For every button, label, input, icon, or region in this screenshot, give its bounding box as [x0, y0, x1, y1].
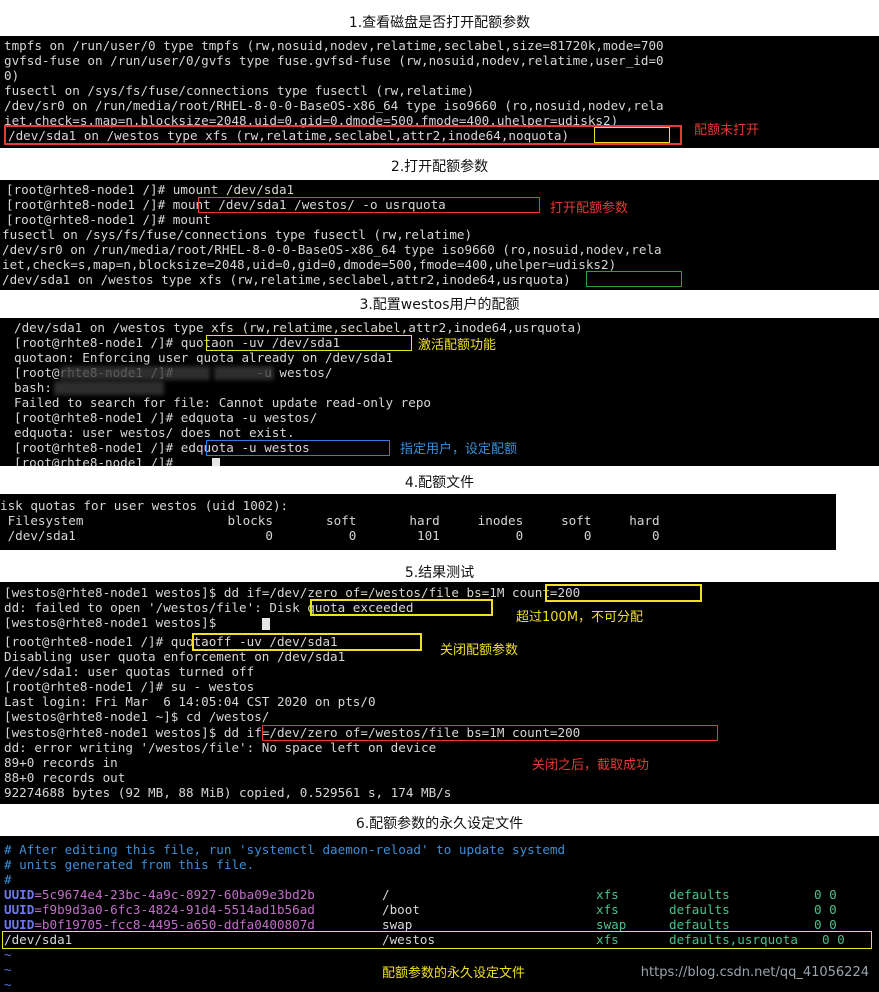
terminal-line: 0) [4, 68, 20, 83]
highlight-box-quotaon [206, 335, 412, 351]
terminal-section-1: tmpfs on /run/user/0 type tmpfs (rw,nosu… [0, 36, 879, 148]
terminal-line: [root@rhte8-node1 /]# edquota -u westos/ [14, 410, 318, 425]
quota-file-columns: Filesystem blocks soft hard inodes soft … [0, 513, 660, 528]
terminal-line: /dev/sda1 on /westos type xfs (rw,relati… [2, 272, 571, 287]
annotation-quota-off: 配额未打开 [694, 123, 760, 138]
terminal-line: iet,check=s,map=n,blocksize=2048,uid=0,g… [2, 257, 617, 272]
highlight-box-dd-retry [262, 725, 718, 741]
terminal-section-2: [root@rhte8-node1 /]# umount /dev/sda1 [… [0, 180, 879, 290]
fstab-dev-key: UUID [4, 902, 35, 917]
terminal-line: [root@rhte8-node1 /]# [14, 455, 181, 466]
terminal-line: [westos@rhte8-node1 westos]$ dd if=/dev/… [4, 585, 581, 600]
terminal-line: gvfsd-fuse on /run/user/0/gvfs type fuse… [4, 53, 664, 68]
highlight-box-dd-args [545, 584, 702, 602]
fstab-dev-value: =f9b9d3a0-6fc3-4824-91d4-5514ad1b56ad [34, 902, 315, 917]
highlight-box-red [4, 125, 682, 145]
section-4-heading: 4.配额文件 [404, 475, 475, 491]
terminal-line: fusectl on /sys/fs/fuse/connections type… [4, 83, 475, 98]
fstab-type: xfs [596, 902, 619, 917]
fstab-mount: / [382, 887, 390, 902]
terminal-section-5: [westos@rhte8-node1 westos]$ dd if=/dev/… [0, 582, 879, 804]
terminal-line: [westos@rhte8-node1 westos]$ [4, 615, 224, 630]
fstab-type: swap [596, 917, 627, 932]
fstab-dump-pass: 0 0 [814, 917, 837, 932]
fstab-comment: # [4, 872, 12, 887]
fstab-options: defaults [669, 902, 730, 917]
annotation-write-succeeded: 关闭之后，截取成功 [532, 758, 650, 773]
terminal-line: /dev/sr0 on /run/media/root/RHEL-8-0-0-B… [2, 242, 662, 257]
terminal-line: dd: error writing '/westos/file': No spa… [4, 740, 437, 755]
terminal-line: edquota: user westos/ does not exist. [14, 425, 295, 440]
fstab-options: defaults [669, 887, 730, 902]
fstab-row-boot: UUID=f9b9d3a0-6fc3-4824-91d4-5514ad1b56a… [4, 902, 315, 917]
fstab-type: xfs [596, 887, 619, 902]
terminal-line: [root@rhte8-node1 /]# mount [6, 212, 211, 227]
annotation-set-user-quota: 指定用户，设定配额 [400, 442, 518, 457]
terminal-line: tmpfs on /run/user/0 type tmpfs (rw,nosu… [4, 38, 664, 53]
annotation-activate-quota: 激活配额功能 [418, 338, 497, 353]
section-6-heading: 6.配额参数的永久设定文件 [355, 816, 524, 832]
fstab-row-root: UUID=5c9674e4-23bc-4a9c-8927-60ba09e3bd2… [4, 887, 315, 902]
annotation-permanent-config: 配额参数的永久设定文件 [382, 966, 526, 981]
terminal-line: [root@rhte8-node1 /]# su - westos [4, 679, 255, 694]
fstab-dev-key: UUID [4, 887, 35, 902]
terminal-cursor [212, 458, 220, 466]
terminal-line: Failed to search for file: Cannot update… [14, 395, 432, 410]
annotation-enable-quota: 打开配额参数 [550, 201, 629, 216]
terminal-line: 88+0 records out [4, 770, 126, 785]
highlight-box-edquota [206, 440, 390, 456]
vim-empty-line: ~ [4, 962, 12, 977]
fstab-dev-value: =b0f19705-fcc8-4495-a650-ddfa0400807d [34, 917, 315, 932]
fstab-comment: # units generated from this file. [4, 857, 255, 872]
highlight-box-disk-quota-exceeded [310, 599, 493, 616]
terminal-line: bash: [14, 380, 52, 395]
terminal-line: quotaon: Enforcing user quota already on… [14, 350, 394, 365]
terminal-line: /dev/sda1: user quotas turned off [4, 664, 255, 679]
section-2-heading: 2.打开配额参数 [390, 159, 489, 175]
fstab-options: defaults [669, 917, 730, 932]
section-5-heading: 5.结果测试 [404, 565, 475, 581]
terminal-cursor [262, 618, 270, 630]
terminal-line: Disabling user quota enforcement on /dev… [4, 649, 346, 664]
terminal-line: fusectl on /sys/fs/fuse/connections type… [2, 227, 473, 242]
vim-empty-line: ~ [4, 977, 12, 992]
highlight-box-usrquota [586, 271, 682, 287]
fstab-mount: swap [382, 917, 413, 932]
highlight-box-noquota [594, 127, 670, 143]
fstab-dev-key: UUID [4, 917, 35, 932]
section-1-heading: 1.查看磁盘是否打开配额参数 [348, 15, 531, 31]
redacted-blur [214, 366, 274, 380]
highlight-box-mount [198, 197, 540, 213]
vim-empty-line: ~ [4, 947, 12, 962]
terminal-line: 92274688 bytes (92 MB, 88 MiB) copied, 0… [4, 785, 452, 800]
terminal-section-3: /dev/sda1 on /westos type xfs (rw,relati… [0, 318, 879, 466]
fstab-comment: # After editing this file, run 'systemct… [4, 842, 566, 857]
annotation-exceeds-100m: 超过100M，不可分配 [516, 610, 644, 625]
quota-file-row: /dev/sda1 0 0 101 0 0 0 [0, 528, 660, 543]
watermark: https://blog.csdn.net/qq_41056224 [640, 965, 869, 980]
terminal-line: /dev/sda1 on /westos type xfs (rw,relati… [14, 320, 583, 335]
quota-file-header: isk quotas for user westos (uid 1002): [0, 498, 289, 513]
terminal-line: 89+0 records in [4, 755, 118, 770]
terminal-section-4: isk quotas for user westos (uid 1002): F… [0, 494, 836, 550]
fstab-dump-pass: 0 0 [814, 902, 837, 917]
fstab-dev-value: =5c9674e4-23bc-4a9c-8927-60ba09e3bd2b [34, 887, 315, 902]
highlight-box-quotaoff [192, 633, 422, 651]
redacted-blur [60, 366, 210, 380]
terminal-line: [westos@rhte8-node1 ~]$ cd /westos/ [4, 709, 270, 724]
highlight-box-fstab-usrquota [2, 931, 872, 949]
fstab-mount: /boot [382, 902, 420, 917]
terminal-line: /dev/sr0 on /run/media/root/RHEL-8-0-0-B… [4, 98, 664, 113]
terminal-line: [root@rhte8-node1 /]# umount /dev/sda1 [6, 182, 295, 197]
fstab-row-swap: UUID=b0f19705-fcc8-4495-a650-ddfa0400807… [4, 917, 315, 932]
fstab-dump-pass: 0 0 [814, 887, 837, 902]
terminal-line: Last login: Fri Mar 6 14:05:04 CST 2020 … [4, 694, 376, 709]
annotation-disable-quota: 关闭配额参数 [440, 643, 519, 658]
section-3-heading: 3.配置westos用户的配额 [359, 297, 520, 313]
redacted-blur [54, 381, 164, 395]
